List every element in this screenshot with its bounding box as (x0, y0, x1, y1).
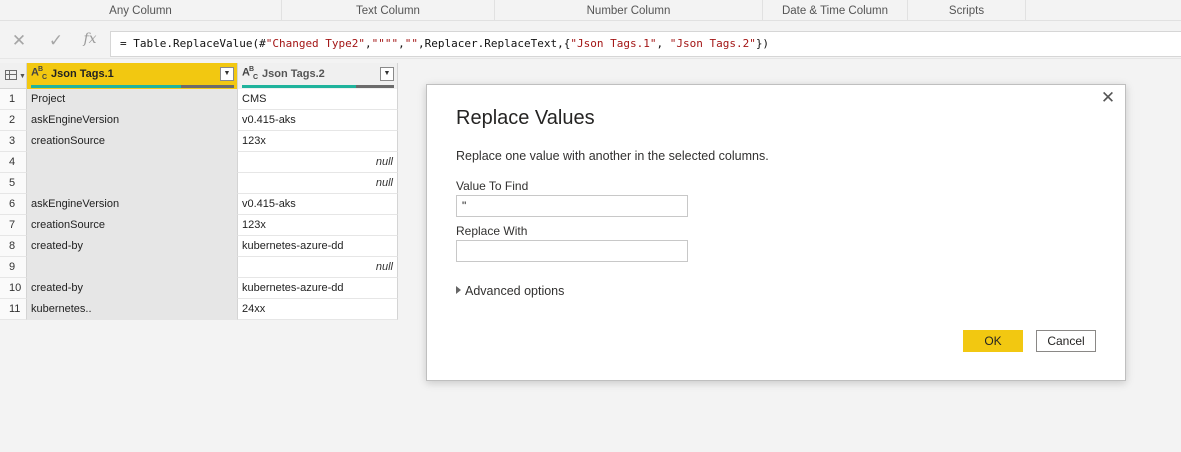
table-cell[interactable]: created-by (27, 236, 238, 257)
row-number: 8 (0, 236, 27, 257)
table-row: 8 created-by kubernetes-azure-dd (0, 236, 398, 257)
table-cell[interactable]: null (238, 257, 398, 278)
formula-input[interactable]: = Table.ReplaceValue(#"Changed Type2",""… (110, 31, 1181, 57)
text-type-icon[interactable]: ABC (242, 66, 258, 81)
replace-with-input[interactable] (456, 240, 688, 262)
table-cell[interactable]: creationSource (27, 215, 238, 236)
ribbon-group-text-column: Text Column (282, 0, 495, 21)
table-cell[interactable]: 123x (238, 131, 398, 152)
column-header-json-tags-1[interactable]: ABC Json Tags.1 ▼ (27, 63, 238, 89)
ribbon-group-scripts: Scripts (908, 0, 1026, 21)
table-cell[interactable]: creationSource (27, 131, 238, 152)
table-cell[interactable] (27, 152, 238, 173)
replace-values-dialog: ✕ Replace Values Replace one value with … (426, 84, 1126, 381)
column-filter-button[interactable]: ▼ (220, 67, 234, 81)
dialog-description: Replace one value with another in the se… (456, 149, 769, 163)
table-cell[interactable]: null (238, 152, 398, 173)
table-cell[interactable] (27, 173, 238, 194)
table-cell[interactable]: v0.415-aks (238, 194, 398, 215)
column-header-label: Json Tags.1 (51, 68, 114, 80)
formula-replace-value: "" (404, 37, 419, 50)
table-row: 3 creationSource 123x (0, 131, 398, 152)
table-cell[interactable]: created-by (27, 278, 238, 299)
row-number: 6 (0, 194, 27, 215)
cancel-button[interactable]: Cancel (1036, 330, 1096, 352)
grid-header-row: ▼ ABC Json Tags.1 ▼ ABC Json Tags.2 ▼ (0, 63, 398, 89)
ribbon-group-any-column: Any Column (0, 0, 282, 21)
advanced-options-label: Advanced options (465, 284, 565, 298)
checkmark-icon[interactable]: ✓ (45, 30, 67, 52)
formula-bar: ✕ ✓ fx = Table.ReplaceValue(#"Changed Ty… (0, 21, 1181, 59)
table-cell[interactable]: Project (27, 89, 238, 110)
table-row: 9 null (0, 257, 398, 278)
row-number: 7 (0, 215, 27, 236)
formula-step-name: "Changed Type2" (265, 37, 366, 50)
row-number: 10 (0, 278, 27, 299)
formula-suffix: }) (755, 37, 770, 50)
ribbon-group-date-time-column: Date & Time Column (763, 0, 908, 21)
ribbon-group-number-column: Number Column (495, 0, 763, 21)
triangle-right-icon (456, 286, 461, 294)
table-row: 7 creationSource 123x (0, 215, 398, 236)
row-number: 4 (0, 152, 27, 173)
table-cell[interactable]: v0.415-aks (238, 110, 398, 131)
row-number: 11 (0, 299, 27, 320)
close-icon[interactable]: ✕ (8, 30, 30, 52)
column-quality-valid (31, 85, 181, 88)
dialog-title: Replace Values (456, 107, 595, 129)
table-cell[interactable]: kubernetes.. (27, 299, 238, 320)
table-row: 1 Project CMS (0, 89, 398, 110)
table-cell[interactable]: 123x (238, 215, 398, 236)
row-number: 1 (0, 89, 27, 110)
row-number: 3 (0, 131, 27, 152)
table-icon (5, 70, 17, 80)
ok-button[interactable]: OK (963, 330, 1023, 352)
close-icon[interactable]: ✕ (1099, 89, 1117, 107)
formula-replacer: ,Replacer.ReplaceText,{ (418, 37, 571, 50)
table-row: 11 kubernetes.. 24xx (0, 299, 398, 320)
ribbon-group-bar: Any Column Text Column Number Column Dat… (0, 0, 1181, 21)
table-cell[interactable]: null (238, 173, 398, 194)
column-header-json-tags-2[interactable]: ABC Json Tags.2 ▼ (238, 63, 398, 89)
formula-prefix: = Table.ReplaceValue(# (120, 37, 266, 50)
formula-find-value: """" (371, 37, 399, 50)
row-number: 5 (0, 173, 27, 194)
table-menu-button[interactable]: ▼ (0, 63, 27, 89)
table-cell[interactable]: kubernetes-azure-dd (238, 236, 398, 257)
table-row: 2 askEngineVersion v0.415-aks (0, 110, 398, 131)
formula-separator: , (365, 37, 372, 50)
column-filter-button[interactable]: ▼ (380, 67, 394, 81)
formula-column-2: "Json Tags.2" (669, 37, 756, 50)
table-cell[interactable]: 24xx (238, 299, 398, 320)
replace-with-label: Replace With (456, 224, 528, 238)
row-number: 2 (0, 110, 27, 131)
formula-separator: , (398, 37, 405, 50)
column-quality-empty (181, 85, 234, 88)
table-row: 5 null (0, 173, 398, 194)
chevron-down-icon: ▼ (19, 73, 26, 80)
fx-icon: fx (83, 31, 97, 47)
value-to-find-input[interactable] (456, 195, 688, 217)
column-quality-valid (242, 85, 356, 88)
table-cell[interactable]: CMS (238, 89, 398, 110)
table-cell[interactable]: askEngineVersion (27, 194, 238, 215)
column-header-label: Json Tags.2 (262, 68, 325, 80)
table-cell[interactable] (27, 257, 238, 278)
formula-column-1: "Json Tags.1" (570, 37, 657, 50)
table-row: 6 askEngineVersion v0.415-aks (0, 194, 398, 215)
data-grid: ▼ ABC Json Tags.1 ▼ ABC Json Tags.2 ▼ 1 … (0, 63, 398, 320)
table-row: 10 created-by kubernetes-azure-dd (0, 278, 398, 299)
table-row: 4 null (0, 152, 398, 173)
table-cell[interactable]: kubernetes-azure-dd (238, 278, 398, 299)
advanced-options-toggle[interactable]: Advanced options (456, 284, 564, 298)
value-to-find-label: Value To Find (456, 179, 529, 193)
table-cell[interactable]: askEngineVersion (27, 110, 238, 131)
row-number: 9 (0, 257, 27, 278)
column-quality-empty (356, 85, 394, 88)
formula-separator: , (656, 37, 670, 50)
text-type-icon[interactable]: ABC (31, 66, 47, 81)
